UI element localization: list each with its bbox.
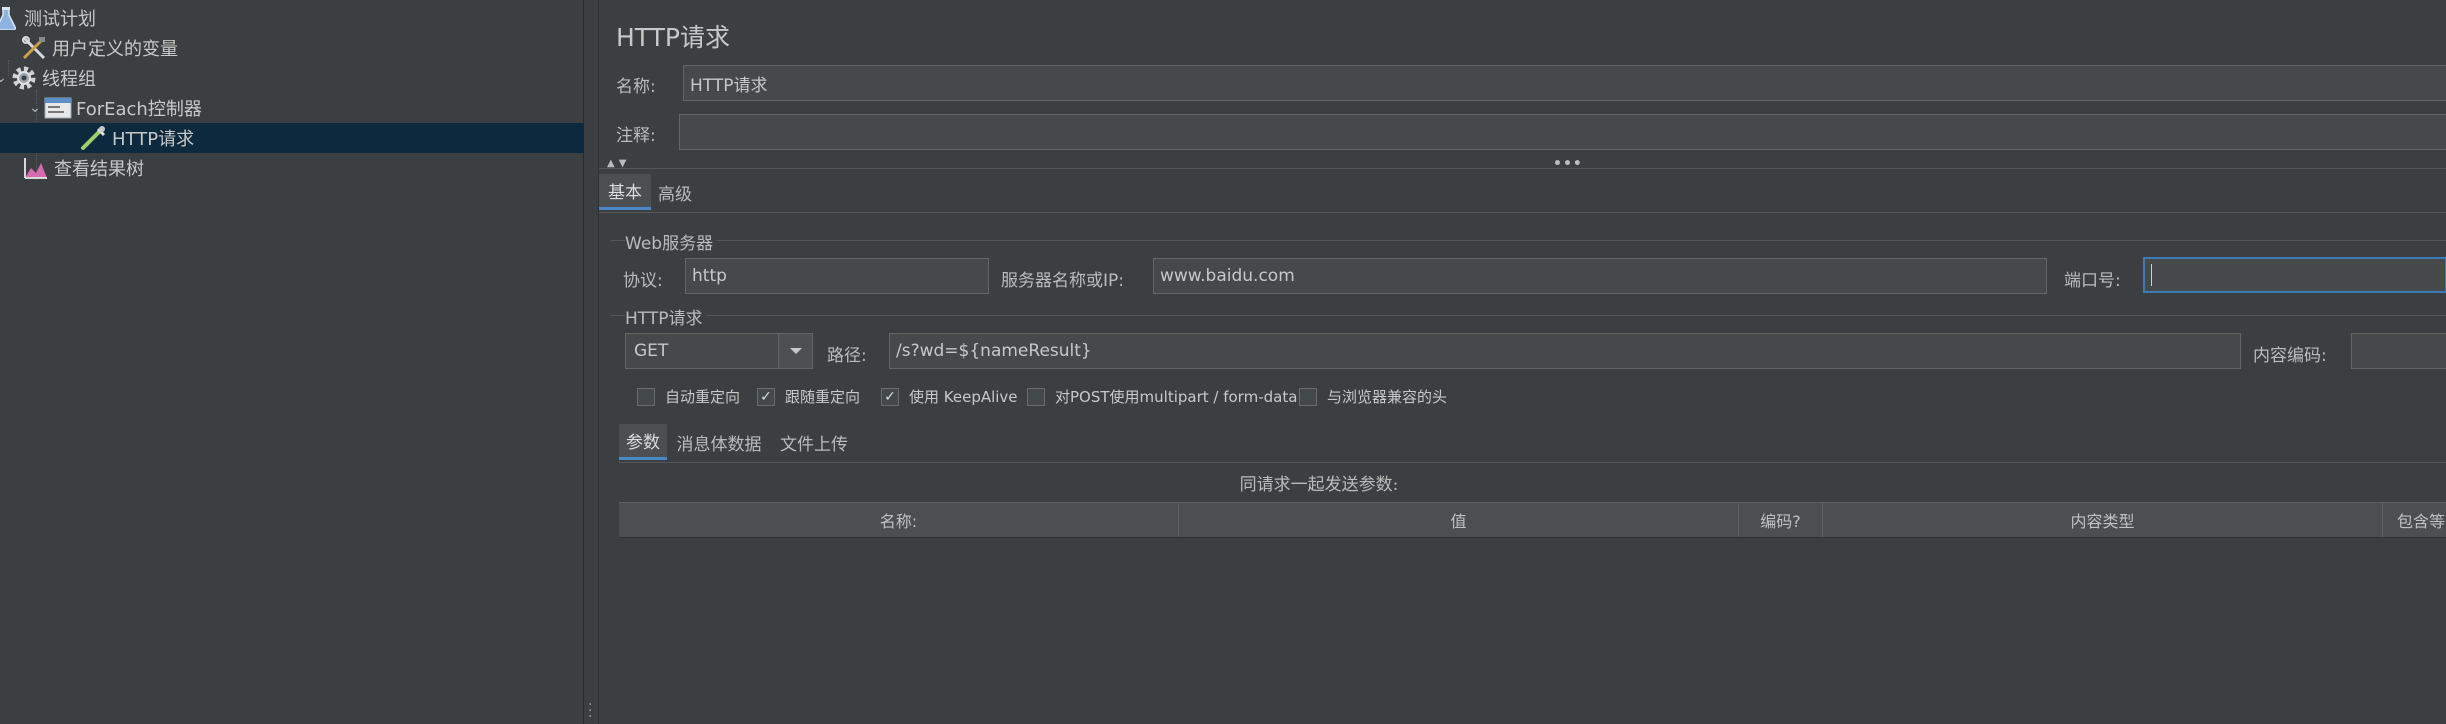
web-server-group-title: Web服务器 (625, 229, 718, 254)
tab-parameters[interactable]: 参数 (619, 424, 667, 460)
column-header-encode[interactable]: 编码? (1739, 503, 1823, 537)
chevron-down-icon[interactable]: ⌄ (0, 70, 10, 86)
tree-item-http-request[interactable]: HTTP请求 (0, 123, 584, 153)
chart-icon (22, 154, 50, 182)
http-request-group-title: HTTP请求 (625, 304, 707, 329)
comment-label: 注释: (616, 126, 656, 146)
grip-icon: · · · (588, 697, 593, 724)
checkbox-box[interactable] (1299, 387, 1317, 406)
tab-file-upload[interactable]: 文件上传 (771, 424, 857, 460)
more-icon[interactable]: ••• (1553, 156, 1583, 172)
keepalive-checkbox[interactable]: ✓ 使用 KeepAlive (881, 386, 1018, 407)
chevron-down-icon[interactable] (778, 334, 812, 368)
tree-item-label: 查看结果树 (54, 159, 144, 180)
chevron-down-icon[interactable]: ⌄ (26, 100, 44, 116)
checkbox-box[interactable] (1027, 387, 1045, 406)
checkbox-label: 使用 KeepAlive (909, 388, 1018, 406)
encoding-field[interactable] (2351, 333, 2446, 369)
method-value: GET (634, 341, 669, 361)
column-header-content-type[interactable]: 内容类型 (1823, 503, 2383, 537)
tools-icon (20, 34, 48, 62)
name-label: 名称: (616, 77, 656, 97)
divider (599, 168, 2446, 169)
window-icon (44, 94, 72, 122)
method-select[interactable]: GET (625, 333, 813, 369)
comment-field[interactable] (679, 114, 2446, 150)
server-field[interactable]: www.baidu.com (1153, 258, 2047, 294)
checkbox-label: 与浏览器兼容的头 (1327, 388, 1448, 406)
params-caption: 同请求一起发送参数: (1239, 475, 1399, 495)
divider (599, 212, 2446, 213)
panel-splitter[interactable]: · · · (584, 0, 598, 724)
multipart-checkbox[interactable]: 对POST使用multipart / form-data (1027, 386, 1297, 407)
tree-item-label: 用户定义的变量 (52, 39, 178, 60)
column-header-value[interactable]: 值 (1179, 503, 1739, 537)
checkbox-label: 对POST使用multipart / form-data (1055, 388, 1298, 406)
port-label: 端口号: (2064, 271, 2121, 291)
tab-basic[interactable]: 基本 (599, 174, 651, 210)
browser-headers-checkbox[interactable]: 与浏览器兼容的头 (1299, 386, 1447, 407)
test-plan-tree[interactable]: 测试计划 用户定义的变量 ⌄ 线程组 ⌄ ForEach控制器 HTTP请求 查… (0, 0, 584, 724)
pipette-icon (80, 124, 108, 152)
tree-item-test-plan[interactable]: 测试计划 (0, 3, 576, 33)
follow-redirect-checkbox[interactable]: ✓ 跟随重定向 (757, 386, 860, 407)
checkbox-label: 跟随重定向 (785, 388, 861, 406)
group-border (611, 240, 2446, 241)
gear-icon (10, 64, 38, 92)
tree-item-user-variables[interactable]: 用户定义的变量 (20, 33, 604, 63)
check-icon[interactable]: ✓ (757, 387, 775, 406)
name-value: HTTP请求 (690, 75, 768, 96)
page-title: HTTP请求 (616, 23, 730, 52)
path-field[interactable]: /s?wd=${nameResult} (889, 333, 2241, 369)
tree-item-thread-group[interactable]: ⌄ 线程组 (0, 63, 576, 93)
auto-redirect-checkbox[interactable]: 自动重定向 (637, 386, 740, 407)
flask-icon (0, 4, 20, 32)
column-header-name[interactable]: 名称: (619, 503, 1179, 537)
check-icon[interactable]: ✓ (881, 387, 899, 406)
protocol-field[interactable]: http (685, 258, 989, 294)
group-border (611, 315, 2446, 316)
checkbox-label: 自动重定向 (665, 388, 741, 406)
column-header-include-equals[interactable]: 包含等 (2383, 503, 2446, 537)
checkbox-box[interactable] (637, 387, 655, 406)
tab-body-data[interactable]: 消息体数据 (667, 424, 771, 460)
tree-item-label: 线程组 (42, 69, 96, 90)
server-label: 服务器名称或IP: (1001, 271, 1124, 291)
http-request-panel: HTTP请求 名称: HTTP请求 注释: ▲▼ ••• 基本 高级 Web服务… (598, 0, 2446, 724)
tree-item-label: 测试计划 (24, 9, 96, 30)
tree-item-label: ForEach控制器 (76, 99, 202, 120)
port-field[interactable] (2143, 257, 2446, 293)
path-value: /s?wd=${nameResult} (896, 341, 1092, 361)
text-caret (2151, 264, 2152, 286)
tree-item-view-results-tree[interactable]: 查看结果树 (22, 153, 606, 183)
encoding-label: 内容编码: (2253, 346, 2327, 366)
path-label: 路径: (827, 346, 867, 366)
protocol-value: http (692, 266, 727, 286)
tree-item-foreach-controller[interactable]: ⌄ ForEach控制器 (26, 93, 610, 123)
server-value: www.baidu.com (1160, 266, 1295, 286)
params-table-header: 名称: 值 编码? 内容类型 包含等 (619, 502, 2446, 538)
tab-advanced[interactable]: 高级 (651, 174, 699, 210)
name-field[interactable]: HTTP请求 (683, 65, 2446, 101)
divider (619, 462, 2446, 463)
protocol-label: 协议: (623, 271, 663, 291)
tree-item-label: HTTP请求 (112, 129, 195, 150)
